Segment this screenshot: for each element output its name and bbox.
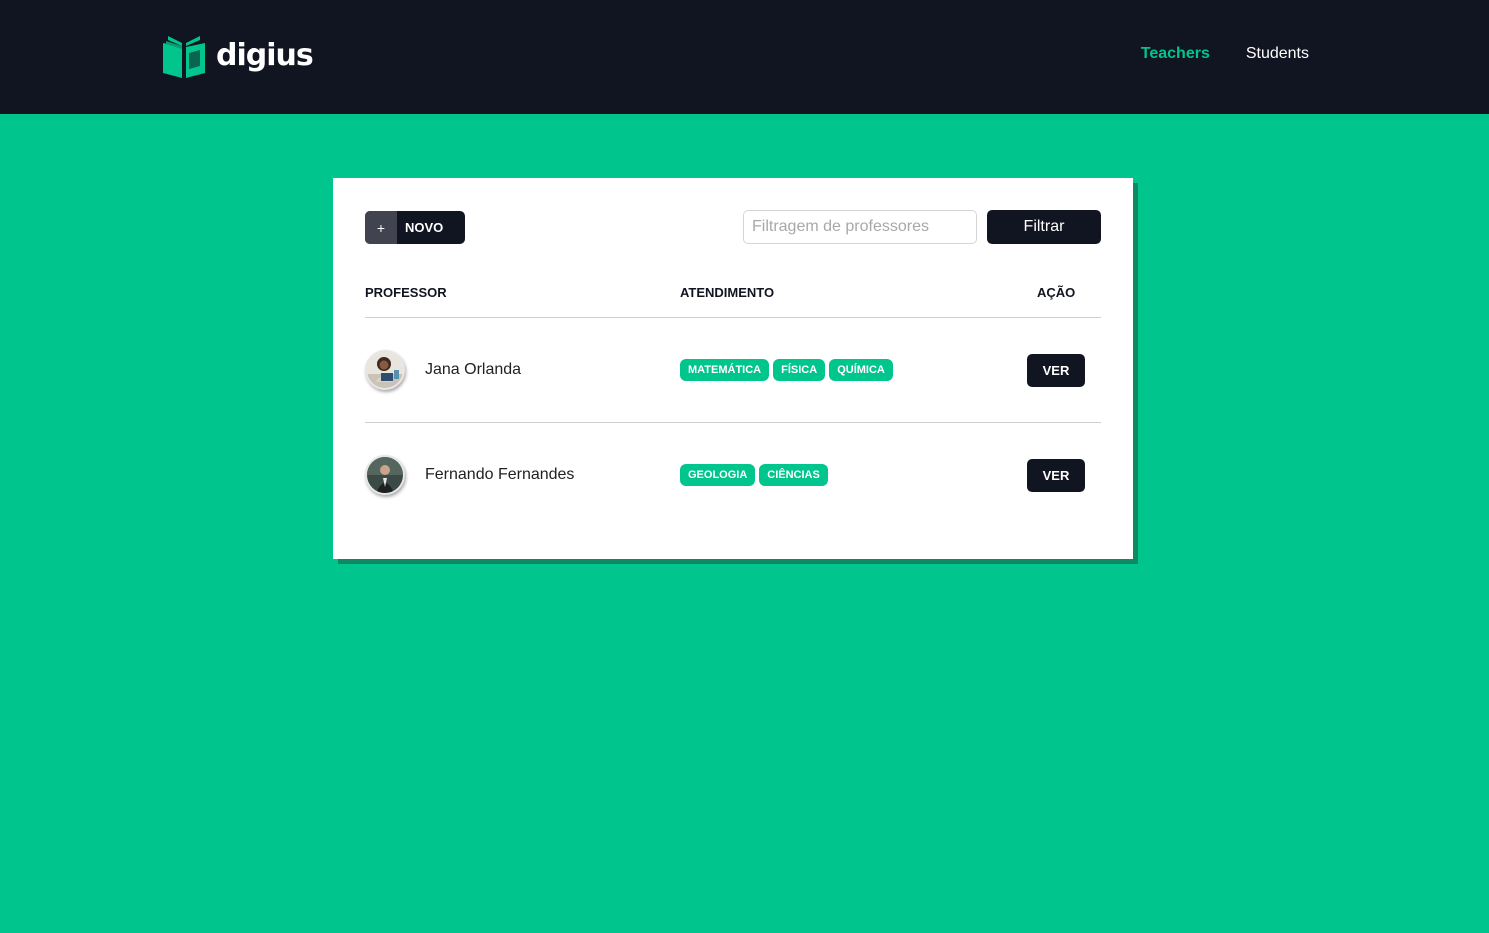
- column-header-acao: AÇÃO: [1037, 285, 1076, 300]
- avatar: [365, 455, 405, 495]
- nav-teachers[interactable]: Teachers: [1141, 45, 1210, 63]
- subject-tags: MATEMÁTICA FÍSICA QUÍMICA: [680, 359, 893, 381]
- main-nav: Teachers Students: [1141, 45, 1309, 63]
- nav-students[interactable]: Students: [1246, 45, 1309, 63]
- avatar: [365, 350, 405, 390]
- plus-icon: +: [365, 211, 397, 244]
- subject-tag: MATEMÁTICA: [680, 359, 770, 381]
- teacher-photo-icon: [367, 352, 403, 388]
- new-teacher-button[interactable]: + NOVO: [365, 211, 465, 244]
- view-button[interactable]: VER: [1027, 459, 1085, 492]
- column-header-atendimento: ATENDIMENTO: [680, 285, 775, 300]
- brand-logo[interactable]: digius: [160, 32, 314, 80]
- view-button[interactable]: VER: [1027, 354, 1085, 387]
- filter-input[interactable]: [743, 210, 977, 244]
- subject-tag: GEOLOGIA: [680, 464, 756, 486]
- teacher-name: Jana Orlanda: [425, 361, 522, 378]
- brand-name: digius: [216, 38, 314, 73]
- table-row: Fernando Fernandes GEOLOGIA CIÊNCIAS VER: [333, 423, 1133, 527]
- subject-tag: CIÊNCIAS: [759, 464, 828, 486]
- subject-tag: FÍSICA: [773, 359, 826, 381]
- column-header-professor: PROFESSOR: [365, 285, 447, 300]
- teacher-name: Fernando Fernandes: [425, 466, 575, 483]
- filter-button[interactable]: Filtrar: [987, 210, 1101, 244]
- top-navbar: digius Teachers Students: [0, 0, 1489, 114]
- subject-tags: GEOLOGIA CIÊNCIAS: [680, 464, 828, 486]
- table-row: Jana Orlanda MATEMÁTICA FÍSICA QUÍMICA V…: [333, 318, 1133, 422]
- subject-tag: QUÍMICA: [829, 359, 893, 381]
- teacher-photo-icon: [367, 457, 403, 493]
- book-logo-icon: [163, 36, 205, 78]
- teachers-card: + NOVO Filtrar PROFESSOR ATENDIMENTO AÇÃ…: [333, 178, 1133, 559]
- new-button-label: NOVO: [405, 220, 444, 235]
